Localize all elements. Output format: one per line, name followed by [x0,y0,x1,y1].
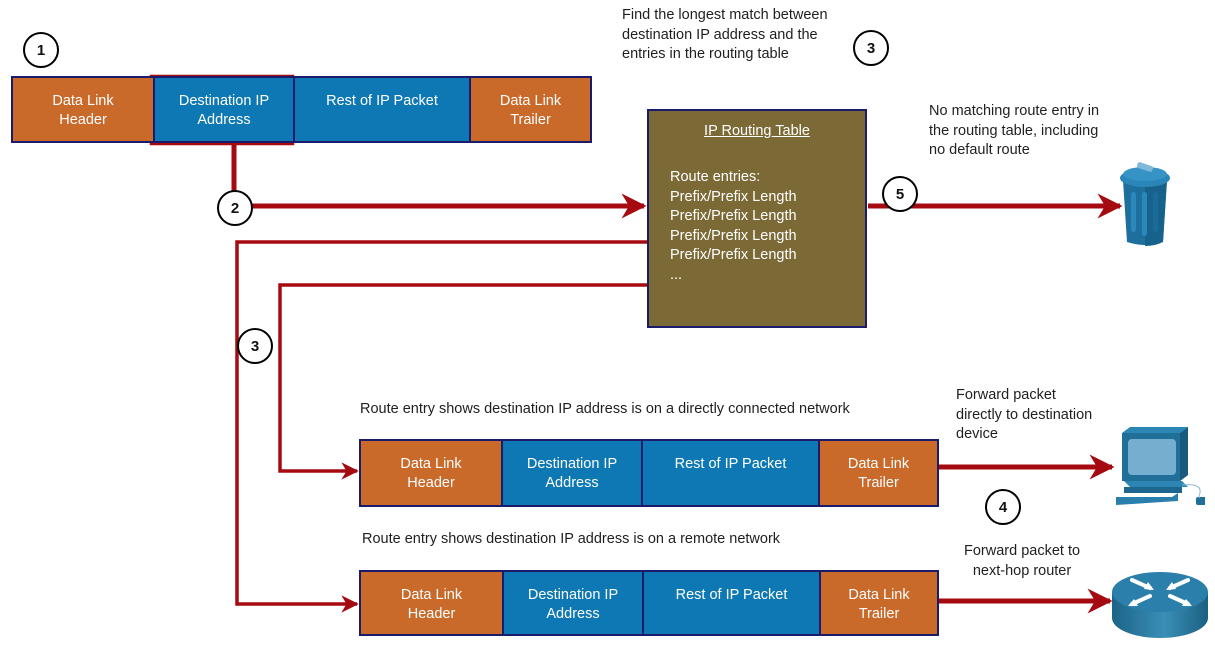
remote-network-packet: Data Link Header Destination IP Address … [359,570,939,636]
route-entries-header: Route entries: [670,169,761,185]
incoming-packet: Data Link Header Destination IP Address … [11,76,592,143]
note-line: destination IP address and the [622,26,818,43]
field-line: Trailer [858,606,900,622]
field-line: Header [59,112,107,128]
forward-direct-note: Forward packet directly to destination d… [956,386,1092,445]
note-line: Forward packet to [964,543,1081,559]
rest-of-ip-packet-field: Rest of IP Packet [293,78,469,141]
route-entry: Prefix/Prefix Length [670,247,797,263]
step-1-badge: 1 [23,32,59,68]
destination-ip-field: Destination IP Address [153,78,293,141]
trash-can-icon [1120,162,1170,246]
direct-network-packet: Data Link Header Destination IP Address … [359,439,939,507]
note-line: device [956,426,998,442]
route-entry: Prefix/Prefix Length [670,227,797,244]
step-3-badge-top: 3 [853,30,889,66]
rest-of-ip-packet-field: Rest of IP Packet [642,572,819,634]
field-line: Address [545,475,599,491]
forward-nexthop-note: Forward packet to next-hop router [964,542,1080,581]
step-2-badge: 2 [217,190,253,226]
field-line: Data Link [400,587,463,603]
note-line: directly to destination [956,406,1093,423]
ip-routing-table: IP Routing Table Route entries: Prefix/P… [647,109,867,328]
field-line: Data Link [52,93,114,109]
field-line: Rest of IP Packet [326,93,438,109]
data-link-header-field: Data Link Header [361,572,502,634]
route-entry: Prefix/Prefix Length [670,188,797,205]
field-line: Header [407,475,455,491]
field-line: Data Link [847,456,910,472]
field-line: Data Link [499,93,562,109]
route-entries: Route entries: Prefix/Prefix Length Pref… [670,168,865,285]
field-line: Rest of IP Packet [675,587,788,603]
field-line: Destination IP [527,587,619,603]
field-line: Trailer [858,475,899,491]
note-line: the routing table, including [929,122,1099,139]
arrow-to-remote-packet [235,240,647,613]
field-line: Address [546,606,600,622]
field-line: Data Link [848,587,910,603]
router-icon [1112,572,1208,638]
field-line: Destination IP [526,456,618,472]
field-line: Header [407,606,456,622]
step-5-badge: 5 [882,176,918,212]
no-match-note: No matching route entry in the routing t… [929,102,1099,161]
step-3-badge-left: 3 [237,328,273,364]
destination-ip-field: Destination IP Address [501,441,641,505]
field-line: Trailer [510,112,551,128]
field-line: Address [197,112,251,128]
arrow-to-routing-table [231,144,644,206]
note-line: entries in the routing table [622,46,789,62]
note-line: Find the longest match between [622,7,828,23]
note-line: next-hop router [972,562,1072,579]
note-line: Forward packet [956,387,1056,403]
note-line: no default route [929,142,1030,158]
route-entries-more: ... [670,266,683,283]
direct-network-note: Route entry shows destination IP address… [360,401,850,417]
step-4-badge: 4 [985,489,1021,525]
route-entry: Prefix/Prefix Length [670,208,797,224]
field-line: Data Link [400,456,462,472]
destination-ip-field: Destination IP Address [502,572,642,634]
remote-network-note: Route entry shows destination IP address… [362,531,781,547]
data-link-trailer-field: Data Link Trailer [818,441,937,505]
data-link-header-field: Data Link Header [361,441,501,505]
data-link-header-field: Data Link Header [13,78,153,141]
pc-icon [1116,427,1205,505]
longest-match-note: Find the longest match between destinati… [622,6,828,65]
routing-table-title: IP Routing Table [704,123,810,139]
data-link-trailer-field: Data Link Trailer [469,78,590,141]
data-link-trailer-field: Data Link Trailer [819,572,937,634]
field-line: Rest of IP Packet [674,456,787,472]
field-line: Destination IP [178,93,270,109]
note-line: No matching route entry in [929,103,1100,119]
rest-of-ip-packet-field: Rest of IP Packet [641,441,818,505]
